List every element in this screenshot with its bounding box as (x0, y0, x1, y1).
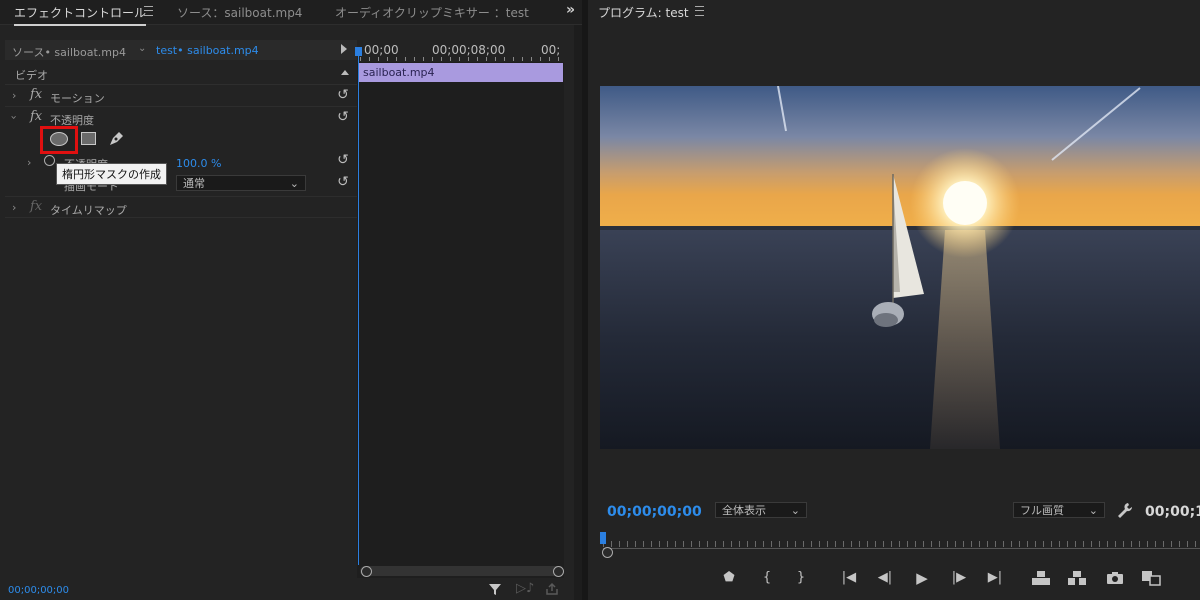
collapse-triangle-icon[interactable] (341, 70, 349, 75)
section-label: ビデオ (15, 69, 48, 82)
ruler-ticks (360, 57, 564, 61)
stopwatch-icon[interactable] (44, 155, 55, 166)
camera-icon[interactable] (1106, 571, 1124, 585)
audio-loop-icon[interactable]: ▷♪ (516, 581, 534, 596)
source-clip-label[interactable]: ソース• sailboat.mp4 (12, 44, 126, 60)
divider (5, 106, 357, 107)
program-video-frame[interactable] (600, 86, 1200, 449)
divider (5, 217, 357, 218)
chevron-down-icon[interactable]: › (8, 115, 21, 119)
effect-time-remap-label: タイムリマップ (50, 204, 127, 217)
tab-overflow-icon[interactable]: » (566, 2, 575, 18)
reset-icon[interactable]: ↺ (336, 88, 350, 102)
marker-icon[interactable]: ⬟ (718, 569, 740, 587)
video-section-header (5, 62, 357, 85)
timeline-scrollbar[interactable] (360, 566, 564, 576)
ruler-ticks (603, 541, 1200, 547)
chevron-down-icon: ⌄ (790, 504, 800, 517)
wrench-icon[interactable] (1117, 502, 1133, 518)
quality-select[interactable]: フル画質 ⌄ (1013, 502, 1105, 518)
chevron-down-icon: ⌄ (1088, 504, 1098, 517)
reset-icon[interactable]: ↺ (336, 153, 350, 167)
step-back-icon[interactable]: ◀| (874, 569, 896, 587)
effect-motion-label: モーション (50, 92, 105, 105)
quality-value: フル画質 (1020, 504, 1064, 517)
panel-menu-icon[interactable] (695, 6, 704, 16)
ellipse-mask-tooltip: 楕円形マスクの作成 (56, 163, 167, 185)
go-to-out-icon[interactable]: ▶| (984, 569, 1006, 587)
sailboat-video-image (600, 86, 1200, 449)
extract-icon[interactable] (1067, 570, 1087, 586)
filter-icon[interactable] (488, 582, 502, 596)
tab-audio-clip-mixer[interactable]: オーディオクリップミキサー ：test (335, 4, 529, 21)
scroll-handle[interactable] (553, 566, 564, 577)
play-icon[interactable] (341, 44, 347, 54)
program-playhead[interactable] (600, 532, 606, 544)
reset-icon[interactable]: ↺ (336, 175, 350, 189)
chevron-right-icon[interactable]: › (12, 89, 16, 102)
go-to-in-icon[interactable]: |◀ (838, 569, 860, 587)
ellipse-mask-highlight (40, 126, 78, 154)
ruler-tick-label: 00; (541, 43, 561, 57)
panel-menu-icon[interactable] (144, 6, 153, 16)
reset-icon[interactable]: ↺ (336, 110, 350, 124)
timeline-clip[interactable]: sailboat.mp4 (358, 63, 563, 82)
program-title[interactable]: プログラム: test (598, 4, 689, 21)
ruler-tick-label: 00;00;08;00 (432, 43, 506, 57)
tab-source[interactable]: ソース：sailboat.mp4 (177, 4, 302, 21)
opacity-value[interactable]: 100.0 % (176, 157, 221, 170)
duration-timecode: 00;00;15 (1145, 504, 1200, 520)
effect-timeline[interactable] (357, 40, 564, 578)
step-forward-icon[interactable]: |▶ (948, 569, 970, 587)
tab-effect-controls[interactable]: エフェクトコントロール (14, 4, 147, 26)
rectangle-mask-icon[interactable] (81, 132, 96, 145)
sequence-clip-label[interactable]: test• sailboat.mp4 (156, 44, 259, 57)
playhead[interactable] (358, 47, 359, 565)
blend-mode-select[interactable]: 通常 ⌄ (176, 175, 306, 191)
play-icon[interactable]: ▶ (911, 569, 933, 587)
mark-in-icon[interactable]: { (756, 569, 778, 587)
zoom-value: 全体表示 (722, 504, 766, 517)
lift-icon[interactable] (1031, 570, 1051, 586)
pen-mask-icon[interactable] (107, 130, 125, 148)
chevron-right-icon[interactable]: › (27, 156, 31, 169)
ruler-tick-label: 00;00 (364, 43, 399, 57)
chevron-down-icon: ⌄ (289, 177, 299, 190)
mark-out-icon[interactable]: } (790, 569, 812, 587)
chevron-right-icon[interactable]: › (12, 201, 16, 214)
effect-controls-timecode[interactable]: 00;00;00;00 (8, 585, 69, 596)
scroll-handle[interactable] (602, 547, 613, 558)
blend-mode-value: 通常 (183, 177, 205, 190)
scroll-handle[interactable] (361, 566, 372, 577)
compare-view-icon[interactable] (1141, 570, 1161, 586)
chevron-down-icon[interactable]: ⌄ (138, 43, 146, 54)
playhead-handle[interactable] (355, 47, 362, 56)
fx-icon[interactable]: fx (30, 87, 42, 102)
export-icon[interactable] (545, 582, 559, 596)
program-timecode[interactable]: 00;00;00;00 (607, 504, 702, 520)
fx-icon[interactable]: fx (30, 109, 42, 124)
divider (5, 196, 357, 197)
fx-icon[interactable]: fx (30, 199, 42, 214)
zoom-select[interactable]: 全体表示 ⌄ (715, 502, 807, 518)
